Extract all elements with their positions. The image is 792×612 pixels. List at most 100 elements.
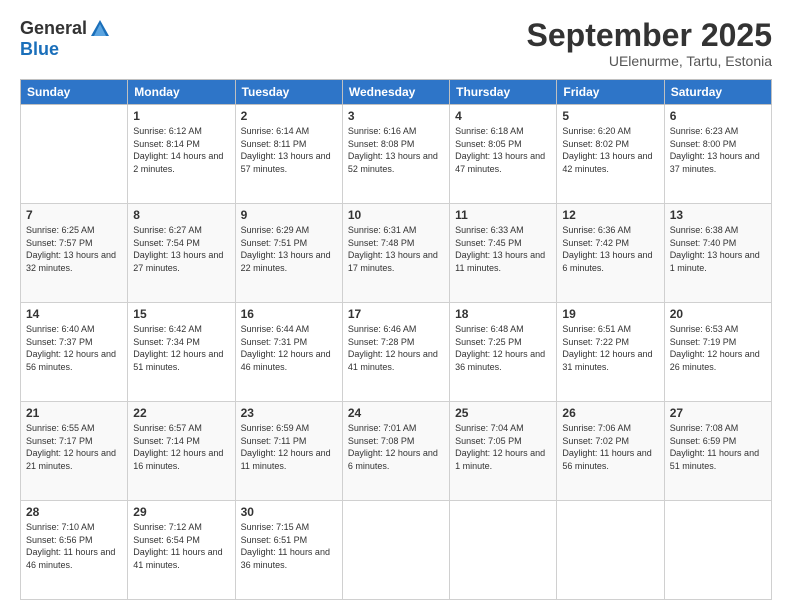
calendar-cell	[450, 501, 557, 600]
day-number: 16	[241, 307, 337, 321]
day-info: Sunrise: 6:33 AMSunset: 7:45 PMDaylight:…	[455, 224, 551, 274]
day-number: 2	[241, 109, 337, 123]
day-info: Sunrise: 7:12 AMSunset: 6:54 PMDaylight:…	[133, 521, 229, 571]
day-info: Sunrise: 6:31 AMSunset: 7:48 PMDaylight:…	[348, 224, 444, 274]
day-number: 19	[562, 307, 658, 321]
day-info: Sunrise: 6:44 AMSunset: 7:31 PMDaylight:…	[241, 323, 337, 373]
header-saturday: Saturday	[664, 80, 771, 105]
logo-general-text: General	[20, 19, 87, 39]
day-number: 27	[670, 406, 766, 420]
day-number: 14	[26, 307, 122, 321]
day-number: 13	[670, 208, 766, 222]
day-info: Sunrise: 6:23 AMSunset: 8:00 PMDaylight:…	[670, 125, 766, 175]
day-number: 5	[562, 109, 658, 123]
calendar-cell: 13Sunrise: 6:38 AMSunset: 7:40 PMDayligh…	[664, 204, 771, 303]
day-number: 23	[241, 406, 337, 420]
day-info: Sunrise: 6:20 AMSunset: 8:02 PMDaylight:…	[562, 125, 658, 175]
day-number: 18	[455, 307, 551, 321]
calendar-cell: 28 Sunrise: 7:10 AMSunset: 6:56 PMDayligh…	[21, 501, 128, 600]
calendar-cell: 19Sunrise: 6:51 AMSunset: 7:22 PMDayligh…	[557, 303, 664, 402]
calendar-cell: 30 Sunrise: 7:15 AMSunset: 6:51 PMDayligh…	[235, 501, 342, 600]
day-number: 10	[348, 208, 444, 222]
title-block: September 2025 UElenurme, Tartu, Estonia	[527, 18, 772, 69]
day-number: 3	[348, 109, 444, 123]
day-info: Sunrise: 6:12 AMSunset: 8:14 PMDaylight:…	[133, 125, 229, 175]
calendar-cell: 9 Sunrise: 6:29 AMSunset: 7:51 PMDaylight…	[235, 204, 342, 303]
day-number: 28	[26, 505, 122, 519]
calendar-cell: 5 Sunrise: 6:20 AMSunset: 8:02 PMDaylight…	[557, 105, 664, 204]
day-info: Sunrise: 6:27 AMSunset: 7:54 PMDaylight:…	[133, 224, 229, 274]
calendar-cell: 22 Sunrise: 6:57 AMSunset: 7:14 PMDayligh…	[128, 402, 235, 501]
calendar-cell: 8 Sunrise: 6:27 AMSunset: 7:54 PMDaylight…	[128, 204, 235, 303]
day-number: 30	[241, 505, 337, 519]
header-wednesday: Wednesday	[342, 80, 449, 105]
calendar-cell: 20 Sunrise: 6:53 AMSunset: 7:19 PMDayligh…	[664, 303, 771, 402]
calendar-week-2: 14 Sunrise: 6:40 AMSunset: 7:37 PMDayligh…	[21, 303, 772, 402]
calendar-page: General Blue September 2025 UElenurme, T…	[0, 0, 792, 612]
day-number: 1	[133, 109, 229, 123]
calendar-cell: 6Sunrise: 6:23 AMSunset: 8:00 PMDaylight…	[664, 105, 771, 204]
day-info: Sunrise: 6:42 AMSunset: 7:34 PMDaylight:…	[133, 323, 229, 373]
day-info: Sunrise: 6:57 AMSunset: 7:14 PMDaylight:…	[133, 422, 229, 472]
logo: General Blue	[20, 18, 111, 60]
calendar-cell: 4Sunrise: 6:18 AMSunset: 8:05 PMDaylight…	[450, 105, 557, 204]
calendar-week-3: 21Sunrise: 6:55 AMSunset: 7:17 PMDayligh…	[21, 402, 772, 501]
calendar-cell: 26 Sunrise: 7:06 AMSunset: 7:02 PMDayligh…	[557, 402, 664, 501]
day-number: 20	[670, 307, 766, 321]
calendar-cell: 25 Sunrise: 7:04 AMSunset: 7:05 PMDayligh…	[450, 402, 557, 501]
calendar-cell: 24 Sunrise: 7:01 AMSunset: 7:08 PMDayligh…	[342, 402, 449, 501]
calendar-cell: 23Sunrise: 6:59 AMSunset: 7:11 PMDayligh…	[235, 402, 342, 501]
calendar-cell: 3 Sunrise: 6:16 AMSunset: 8:08 PMDaylight…	[342, 105, 449, 204]
calendar-cell: 1 Sunrise: 6:12 AMSunset: 8:14 PMDaylight…	[128, 105, 235, 204]
calendar-cell: 29 Sunrise: 7:12 AMSunset: 6:54 PMDayligh…	[128, 501, 235, 600]
calendar-cell: 27 Sunrise: 7:08 AMSunset: 6:59 PMDayligh…	[664, 402, 771, 501]
calendar-cell	[664, 501, 771, 600]
day-info: Sunrise: 7:15 AMSunset: 6:51 PMDaylight:…	[241, 521, 337, 571]
header-friday: Friday	[557, 80, 664, 105]
day-info: Sunrise: 7:04 AMSunset: 7:05 PMDaylight:…	[455, 422, 551, 472]
calendar-cell: 2 Sunrise: 6:14 AMSunset: 8:11 PMDaylight…	[235, 105, 342, 204]
day-number: 9	[241, 208, 337, 222]
day-info: Sunrise: 6:16 AMSunset: 8:08 PMDaylight:…	[348, 125, 444, 175]
day-info: Sunrise: 6:53 AMSunset: 7:19 PMDaylight:…	[670, 323, 766, 373]
day-info: Sunrise: 6:14 AMSunset: 8:11 PMDaylight:…	[241, 125, 337, 175]
calendar-cell: 17 Sunrise: 6:46 AMSunset: 7:28 PMDayligh…	[342, 303, 449, 402]
weekday-header-row: Sunday Monday Tuesday Wednesday Thursday…	[21, 80, 772, 105]
day-info: Sunrise: 6:25 AMSunset: 7:57 PMDaylight:…	[26, 224, 122, 274]
calendar-cell: 10 Sunrise: 6:31 AMSunset: 7:48 PMDayligh…	[342, 204, 449, 303]
day-info: Sunrise: 6:36 AMSunset: 7:42 PMDaylight:…	[562, 224, 658, 274]
day-number: 26	[562, 406, 658, 420]
calendar-week-1: 7Sunrise: 6:25 AMSunset: 7:57 PMDaylight…	[21, 204, 772, 303]
day-number: 29	[133, 505, 229, 519]
header-sunday: Sunday	[21, 80, 128, 105]
calendar-cell: 18Sunrise: 6:48 AMSunset: 7:25 PMDayligh…	[450, 303, 557, 402]
calendar-cell: 16 Sunrise: 6:44 AMSunset: 7:31 PMDayligh…	[235, 303, 342, 402]
day-number: 15	[133, 307, 229, 321]
day-number: 25	[455, 406, 551, 420]
day-info: Sunrise: 6:40 AMSunset: 7:37 PMDaylight:…	[26, 323, 122, 373]
header-thursday: Thursday	[450, 80, 557, 105]
day-info: Sunrise: 6:29 AMSunset: 7:51 PMDaylight:…	[241, 224, 337, 274]
logo-icon	[89, 18, 111, 40]
header-tuesday: Tuesday	[235, 80, 342, 105]
day-number: 22	[133, 406, 229, 420]
calendar-cell: 11Sunrise: 6:33 AMSunset: 7:45 PMDayligh…	[450, 204, 557, 303]
location-subtitle: UElenurme, Tartu, Estonia	[527, 53, 772, 69]
calendar-cell	[557, 501, 664, 600]
header: General Blue September 2025 UElenurme, T…	[20, 18, 772, 69]
day-info: Sunrise: 6:46 AMSunset: 7:28 PMDaylight:…	[348, 323, 444, 373]
day-number: 8	[133, 208, 229, 222]
calendar-cell: 7Sunrise: 6:25 AMSunset: 7:57 PMDaylight…	[21, 204, 128, 303]
calendar-week-4: 28 Sunrise: 7:10 AMSunset: 6:56 PMDayligh…	[21, 501, 772, 600]
day-info: Sunrise: 7:06 AMSunset: 7:02 PMDaylight:…	[562, 422, 658, 472]
day-info: Sunrise: 7:08 AMSunset: 6:59 PMDaylight:…	[670, 422, 766, 472]
calendar-cell: 15 Sunrise: 6:42 AMSunset: 7:34 PMDayligh…	[128, 303, 235, 402]
day-info: Sunrise: 7:10 AMSunset: 6:56 PMDaylight:…	[26, 521, 122, 571]
day-info: Sunrise: 6:18 AMSunset: 8:05 PMDaylight:…	[455, 125, 551, 175]
day-number: 21	[26, 406, 122, 420]
calendar-table: Sunday Monday Tuesday Wednesday Thursday…	[20, 79, 772, 600]
day-number: 17	[348, 307, 444, 321]
day-info: Sunrise: 7:01 AMSunset: 7:08 PMDaylight:…	[348, 422, 444, 472]
day-number: 24	[348, 406, 444, 420]
month-title: September 2025	[527, 18, 772, 53]
